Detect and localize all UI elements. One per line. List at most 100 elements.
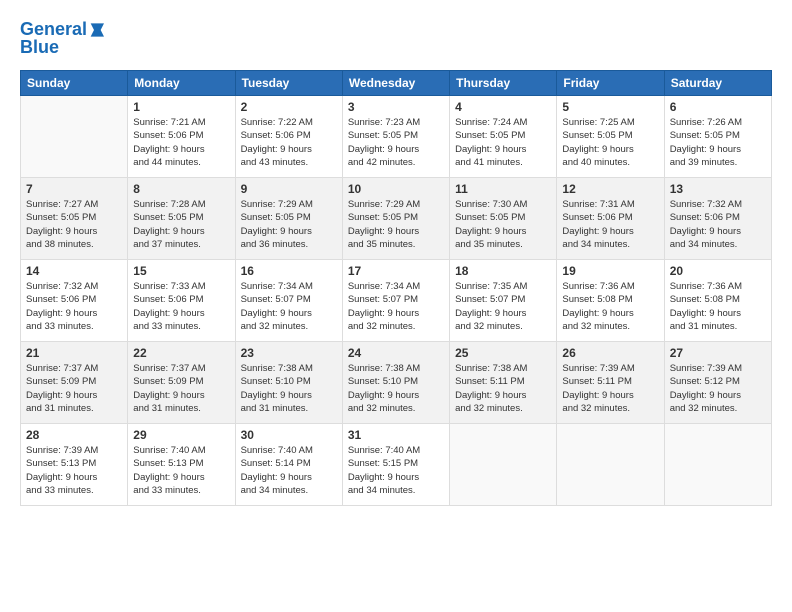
calendar-cell bbox=[664, 424, 771, 506]
day-info: Sunrise: 7:40 AM Sunset: 5:13 PM Dayligh… bbox=[133, 444, 229, 497]
day-info: Sunrise: 7:39 AM Sunset: 5:13 PM Dayligh… bbox=[26, 444, 122, 497]
calendar-cell: 30 Sunrise: 7:40 AM Sunset: 5:14 PM Dayli… bbox=[235, 424, 342, 506]
calendar-week-row: 21Sunrise: 7:37 AM Sunset: 5:09 PM Dayli… bbox=[21, 342, 772, 424]
calendar-header-sunday: Sunday bbox=[21, 71, 128, 96]
day-number: 1 bbox=[133, 100, 229, 114]
day-info: Sunrise: 7:38 AM Sunset: 5:10 PM Dayligh… bbox=[348, 362, 444, 415]
day-number: 4 bbox=[455, 100, 551, 114]
calendar-cell: 25 Sunrise: 7:38 AM Sunset: 5:11 PM Dayli… bbox=[450, 342, 557, 424]
day-info: Sunrise: 7:39 AM Sunset: 5:12 PM Dayligh… bbox=[670, 362, 766, 415]
day-number: 19 bbox=[562, 264, 658, 278]
calendar-cell bbox=[21, 96, 128, 178]
calendar-cell: 27 Sunrise: 7:39 AM Sunset: 5:12 PM Dayli… bbox=[664, 342, 771, 424]
day-info: Sunrise: 7:32 AM Sunset: 5:06 PM Dayligh… bbox=[670, 198, 766, 251]
calendar-cell: 11 Sunrise: 7:30 AM Sunset: 5:05 PM Dayli… bbox=[450, 178, 557, 260]
calendar-cell: 23 Sunrise: 7:38 AM Sunset: 5:10 PM Dayli… bbox=[235, 342, 342, 424]
day-number: 23 bbox=[241, 346, 337, 360]
calendar-cell: 18 Sunrise: 7:35 AM Sunset: 5:07 PM Dayli… bbox=[450, 260, 557, 342]
day-number: 25 bbox=[455, 346, 551, 360]
day-number: 6 bbox=[670, 100, 766, 114]
day-number: 20 bbox=[670, 264, 766, 278]
calendar-cell: 13 Sunrise: 7:32 AM Sunset: 5:06 PM Dayli… bbox=[664, 178, 771, 260]
calendar-cell: 15 Sunrise: 7:33 AM Sunset: 5:06 PM Dayli… bbox=[128, 260, 235, 342]
day-number: 26 bbox=[562, 346, 658, 360]
day-info: Sunrise: 7:33 AM Sunset: 5:06 PM Dayligh… bbox=[133, 280, 229, 333]
day-info: Sunrise: 7:35 AM Sunset: 5:07 PM Dayligh… bbox=[455, 280, 551, 333]
calendar-cell: 9 Sunrise: 7:29 AM Sunset: 5:05 PM Daylig… bbox=[235, 178, 342, 260]
day-number: 17 bbox=[348, 264, 444, 278]
calendar-cell bbox=[557, 424, 664, 506]
day-number: 30 bbox=[241, 428, 337, 442]
day-info: Sunrise: 7:38 AM Sunset: 5:11 PM Dayligh… bbox=[455, 362, 551, 415]
day-info: Sunrise: 7:38 AM Sunset: 5:10 PM Dayligh… bbox=[241, 362, 337, 415]
calendar-week-row: 7 Sunrise: 7:27 AM Sunset: 5:05 PM Daylig… bbox=[21, 178, 772, 260]
day-number: 10 bbox=[348, 182, 444, 196]
logo-flag-icon bbox=[89, 20, 109, 40]
calendar-cell: 5Sunrise: 7:25 AM Sunset: 5:05 PM Daylig… bbox=[557, 96, 664, 178]
calendar-cell: 6 Sunrise: 7:26 AM Sunset: 5:05 PM Daylig… bbox=[664, 96, 771, 178]
calendar-cell: 12 Sunrise: 7:31 AM Sunset: 5:06 PM Dayli… bbox=[557, 178, 664, 260]
day-number: 13 bbox=[670, 182, 766, 196]
day-info: Sunrise: 7:36 AM Sunset: 5:08 PM Dayligh… bbox=[562, 280, 658, 333]
day-number: 5 bbox=[562, 100, 658, 114]
day-info: Sunrise: 7:37 AM Sunset: 5:09 PM Dayligh… bbox=[133, 362, 229, 415]
calendar-week-row: 28 Sunrise: 7:39 AM Sunset: 5:13 PM Dayli… bbox=[21, 424, 772, 506]
day-number: 27 bbox=[670, 346, 766, 360]
day-info: Sunrise: 7:32 AM Sunset: 5:06 PM Dayligh… bbox=[26, 280, 122, 333]
day-info: Sunrise: 7:34 AM Sunset: 5:07 PM Dayligh… bbox=[241, 280, 337, 333]
day-info: Sunrise: 7:24 AM Sunset: 5:05 PM Dayligh… bbox=[455, 116, 551, 169]
day-number: 31 bbox=[348, 428, 444, 442]
calendar-cell: 3Sunrise: 7:23 AM Sunset: 5:05 PM Daylig… bbox=[342, 96, 449, 178]
day-number: 7 bbox=[26, 182, 122, 196]
day-info: Sunrise: 7:26 AM Sunset: 5:05 PM Dayligh… bbox=[670, 116, 766, 169]
calendar-header-wednesday: Wednesday bbox=[342, 71, 449, 96]
day-info: Sunrise: 7:22 AM Sunset: 5:06 PM Dayligh… bbox=[241, 116, 337, 169]
day-number: 16 bbox=[241, 264, 337, 278]
day-info: Sunrise: 7:37 AM Sunset: 5:09 PM Dayligh… bbox=[26, 362, 122, 415]
day-number: 8 bbox=[133, 182, 229, 196]
logo: General Blue bbox=[20, 20, 109, 58]
day-number: 12 bbox=[562, 182, 658, 196]
day-number: 9 bbox=[241, 182, 337, 196]
calendar-header-thursday: Thursday bbox=[450, 71, 557, 96]
calendar-header-saturday: Saturday bbox=[664, 71, 771, 96]
calendar-cell: 26Sunrise: 7:39 AM Sunset: 5:11 PM Dayli… bbox=[557, 342, 664, 424]
day-info: Sunrise: 7:21 AM Sunset: 5:06 PM Dayligh… bbox=[133, 116, 229, 169]
day-number: 18 bbox=[455, 264, 551, 278]
day-info: Sunrise: 7:30 AM Sunset: 5:05 PM Dayligh… bbox=[455, 198, 551, 251]
day-number: 15 bbox=[133, 264, 229, 278]
calendar-header-friday: Friday bbox=[557, 71, 664, 96]
day-info: Sunrise: 7:34 AM Sunset: 5:07 PM Dayligh… bbox=[348, 280, 444, 333]
calendar-cell: 2 Sunrise: 7:22 AM Sunset: 5:06 PM Daylig… bbox=[235, 96, 342, 178]
calendar-week-row: 14 Sunrise: 7:32 AM Sunset: 5:06 PM Dayli… bbox=[21, 260, 772, 342]
day-number: 29 bbox=[133, 428, 229, 442]
calendar-cell: 31 Sunrise: 7:40 AM Sunset: 5:15 PM Dayli… bbox=[342, 424, 449, 506]
calendar-header-tuesday: Tuesday bbox=[235, 71, 342, 96]
calendar-week-row: 1 Sunrise: 7:21 AM Sunset: 5:06 PM Daylig… bbox=[21, 96, 772, 178]
day-number: 2 bbox=[241, 100, 337, 114]
day-info: Sunrise: 7:27 AM Sunset: 5:05 PM Dayligh… bbox=[26, 198, 122, 251]
day-number: 28 bbox=[26, 428, 122, 442]
calendar-cell: 8Sunrise: 7:28 AM Sunset: 5:05 PM Daylig… bbox=[128, 178, 235, 260]
calendar-cell: 14 Sunrise: 7:32 AM Sunset: 5:06 PM Dayli… bbox=[21, 260, 128, 342]
calendar-cell: 19 Sunrise: 7:36 AM Sunset: 5:08 PM Dayli… bbox=[557, 260, 664, 342]
calendar-cell: 7 Sunrise: 7:27 AM Sunset: 5:05 PM Daylig… bbox=[21, 178, 128, 260]
day-info: Sunrise: 7:36 AM Sunset: 5:08 PM Dayligh… bbox=[670, 280, 766, 333]
day-info: Sunrise: 7:40 AM Sunset: 5:15 PM Dayligh… bbox=[348, 444, 444, 497]
day-number: 24 bbox=[348, 346, 444, 360]
calendar-cell: 4 Sunrise: 7:24 AM Sunset: 5:05 PM Daylig… bbox=[450, 96, 557, 178]
day-number: 3 bbox=[348, 100, 444, 114]
calendar-header-monday: Monday bbox=[128, 71, 235, 96]
calendar-cell: 21Sunrise: 7:37 AM Sunset: 5:09 PM Dayli… bbox=[21, 342, 128, 424]
calendar-header-row: SundayMondayTuesdayWednesdayThursdayFrid… bbox=[21, 71, 772, 96]
calendar-table: SundayMondayTuesdayWednesdayThursdayFrid… bbox=[20, 70, 772, 506]
calendar-cell: 29 Sunrise: 7:40 AM Sunset: 5:13 PM Dayli… bbox=[128, 424, 235, 506]
day-info: Sunrise: 7:31 AM Sunset: 5:06 PM Dayligh… bbox=[562, 198, 658, 251]
day-number: 11 bbox=[455, 182, 551, 196]
day-number: 14 bbox=[26, 264, 122, 278]
day-info: Sunrise: 7:29 AM Sunset: 5:05 PM Dayligh… bbox=[241, 198, 337, 251]
calendar-cell: 28 Sunrise: 7:39 AM Sunset: 5:13 PM Dayli… bbox=[21, 424, 128, 506]
page: General Blue SundayMondayTuesdayWednesda… bbox=[0, 0, 792, 612]
calendar-cell: 16 Sunrise: 7:34 AM Sunset: 5:07 PM Dayli… bbox=[235, 260, 342, 342]
day-info: Sunrise: 7:40 AM Sunset: 5:14 PM Dayligh… bbox=[241, 444, 337, 497]
